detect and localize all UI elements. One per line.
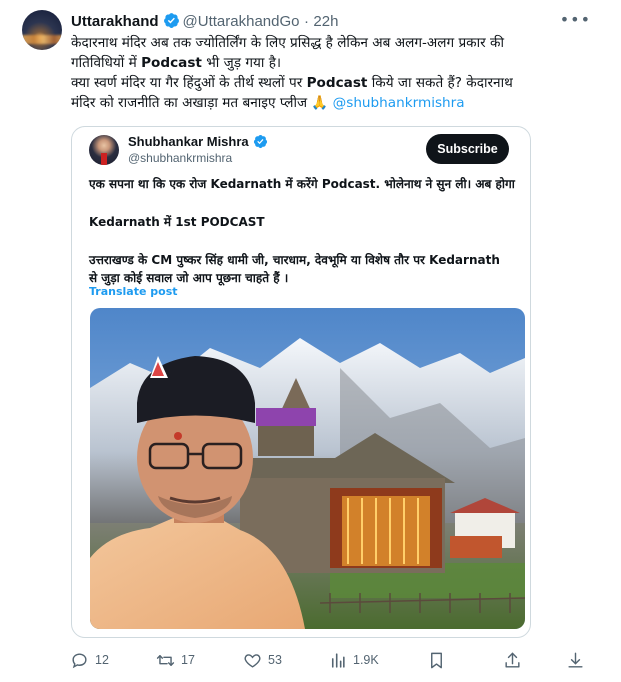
tweet-bold-text: Podcast (306, 75, 368, 91)
separator-dot: · (303, 13, 309, 30)
quoted-author-name-text: Shubhankar Mishra (128, 134, 249, 149)
tweet-text-span: किये जा सकते हैं? केदारनाथ (367, 75, 513, 91)
author-handle[interactable]: @UttarakhandGo (183, 13, 300, 30)
like-button[interactable]: 53 (243, 648, 282, 672)
tweet-bold-text: Podcast (141, 55, 202, 71)
quoted-tweet-text: एक सपना था कि एक रोज Kedarnath में करेंग… (89, 175, 519, 287)
share-button[interactable] (503, 648, 528, 672)
repost-icon (156, 654, 175, 666)
tweet-line: मंदिर को राजनीति का अखाड़ा मत बनाइए प्ली… (71, 93, 591, 113)
tweet-line: केदारनाथ मंदिर अब तक ज्योतिर्लिंग के लिए… (71, 33, 591, 53)
verified-badge-icon (253, 134, 267, 149)
tweet-text-span: मंदिर को राजनीति का अखाड़ा मत बनाइए प्ली… (71, 95, 333, 111)
tweet-header: Uttarakhand @UttarakhandGo · 22h (71, 12, 609, 32)
quoted-para: उत्तराखण्ड के CM पुष्कर सिंह धामी जी, चा… (89, 251, 519, 287)
reply-count: 12 (95, 653, 109, 667)
views-chart-icon (331, 652, 345, 668)
tweet-text-span: भी जुड़ गया है। (201, 55, 282, 71)
quoted-author-avatar[interactable] (89, 135, 119, 165)
media-illustration (90, 308, 525, 629)
author-avatar[interactable] (22, 10, 62, 50)
author-name[interactable]: Uttarakhand (71, 13, 159, 30)
download-icon (568, 652, 583, 668)
quoted-text-span: उत्तराखण्ड के CM पुष्कर सिंह धामी जी, चा… (89, 253, 500, 267)
mention-link[interactable]: @shubhankrmishra (333, 95, 465, 111)
timestamp[interactable]: 22h (313, 13, 338, 30)
like-count: 53 (268, 653, 282, 667)
repost-button[interactable]: 17 (156, 648, 195, 672)
heart-icon (244, 653, 261, 668)
bookmark-icon (431, 652, 442, 668)
tweet-text: केदारनाथ मंदिर अब तक ज्योतिर्लिंग के लिए… (71, 33, 591, 113)
quoted-tweet[interactable]: Shubhankar Mishra @shubhankrmishra Subsc… (71, 126, 531, 638)
bookmark-button[interactable] (427, 648, 452, 672)
quoted-author-name[interactable]: Shubhankar Mishra (128, 134, 271, 149)
quoted-author-handle[interactable]: @shubhankrmishra (128, 151, 232, 165)
share-icon (505, 652, 520, 668)
more-options-icon[interactable]: ••• (560, 10, 591, 29)
tweet-text-span: गतिविधियों में (71, 55, 142, 71)
tweet-text-span: केदारनाथ मंदिर अब तक ज्योतिर्लिंग के लिए… (71, 35, 504, 51)
quoted-para: एक सपना था कि एक रोज Kedarnath में करेंग… (89, 177, 515, 191)
repost-count: 17 (181, 653, 195, 667)
tweet-text-span: क्या स्वर्ण मंदिर या गैर हिंदुओं के तीर्… (71, 75, 307, 91)
reply-button[interactable]: 12 (70, 648, 109, 672)
quoted-media-image[interactable] (90, 308, 525, 629)
download-button[interactable] (566, 648, 591, 672)
views-count: 1.9K (353, 653, 379, 667)
reply-icon (72, 652, 87, 668)
tweet-line: क्या स्वर्ण मंदिर या गैर हिंदुओं के तीर्… (71, 73, 591, 93)
verified-badge-icon (163, 13, 179, 28)
tweet-line: गतिविधियों में Podcast भी जुड़ गया है। (71, 53, 591, 73)
quoted-para: Kedarnath में 1st PODCAST (89, 215, 265, 229)
quoted-text-span: से जुड़ा कोई सवाल जो आप पूछना चाहते हैं … (89, 271, 289, 285)
action-bar: 12 17 53 1.9K (70, 648, 609, 672)
subscribe-button[interactable]: Subscribe (426, 134, 509, 164)
views-button[interactable]: 1.9K (328, 648, 379, 672)
translate-post-link[interactable]: Translate post (89, 285, 178, 298)
